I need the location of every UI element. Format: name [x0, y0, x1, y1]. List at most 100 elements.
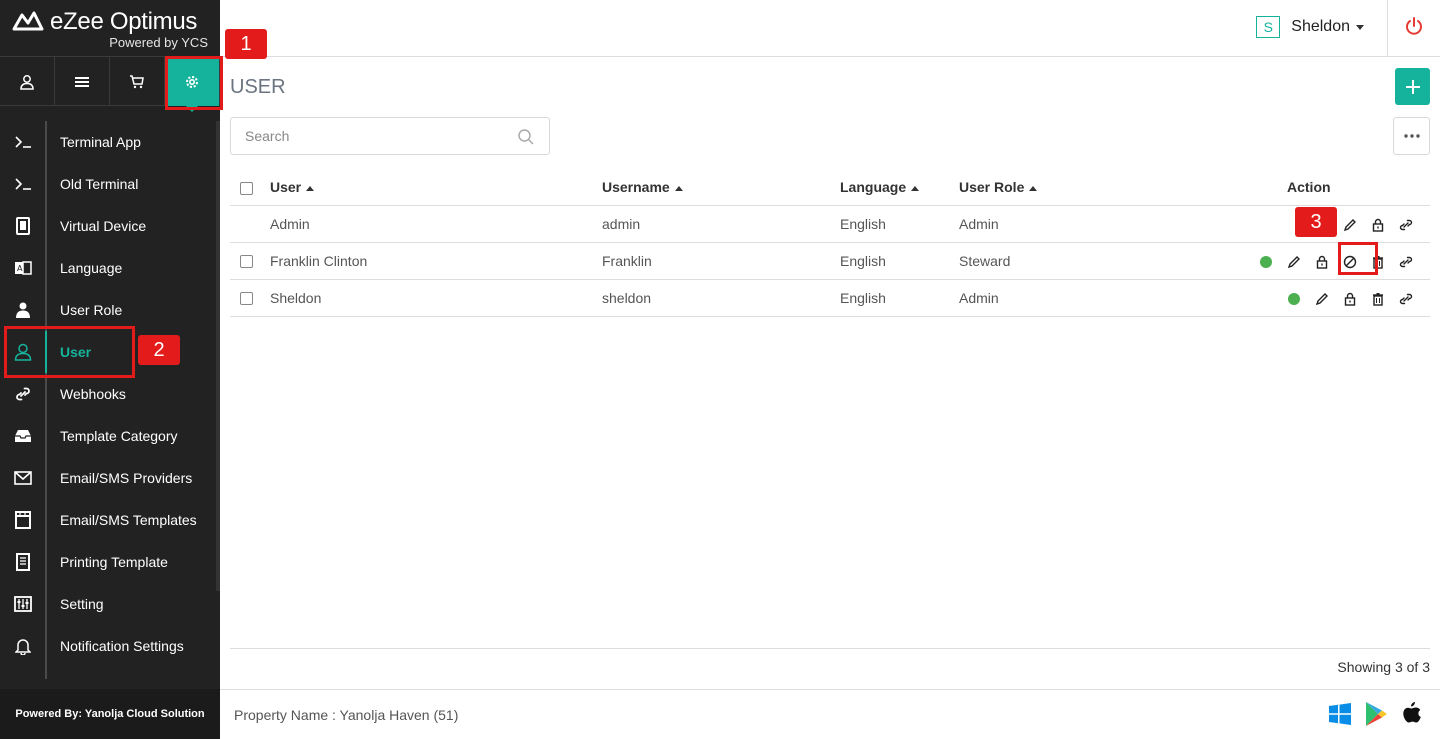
- table-row: Admin admin English Admin: [230, 205, 1430, 243]
- cell-actions: [1209, 279, 1430, 317]
- ellipsis-icon: [1403, 134, 1420, 138]
- sidebar-item-label: Email/SMS Templates: [60, 512, 197, 528]
- cart-icon: [130, 74, 144, 88]
- link-icon: [1399, 293, 1413, 304]
- pencil-icon: [1287, 255, 1300, 268]
- column-user[interactable]: User: [270, 169, 602, 206]
- template-icon: [0, 511, 45, 529]
- top-nav-user[interactable]: [0, 57, 55, 106]
- more-options-button[interactable]: [1393, 117, 1430, 155]
- brand: eZee Optimus Powered by YCS: [0, 0, 220, 56]
- sidebar-item-label: Old Terminal: [60, 176, 139, 192]
- cell-username: Franklin: [602, 242, 840, 280]
- lock-button[interactable]: [1336, 289, 1364, 309]
- link-button[interactable]: [1392, 252, 1420, 272]
- sidebar-footer: Powered By: Yanolja Cloud Solution: [0, 689, 220, 739]
- power-icon[interactable]: [1404, 16, 1424, 38]
- users-table: User Username Language User Role Action …: [230, 169, 1430, 317]
- link-icon: [1399, 256, 1413, 267]
- column-user-label: User: [270, 178, 302, 195]
- sort-up-icon: [1029, 185, 1038, 191]
- sidebar-item-email-sms-templates[interactable]: Email/SMS Templates: [0, 499, 220, 541]
- sidebar-item-label: Template Category: [60, 428, 178, 444]
- apple-icon[interactable]: [1400, 701, 1422, 727]
- column-username[interactable]: Username: [602, 169, 840, 206]
- top-nav-cart[interactable]: [110, 57, 165, 106]
- row-checkbox[interactable]: [240, 292, 253, 306]
- pencil-icon: [1315, 292, 1328, 305]
- row-select-cell: [230, 205, 270, 243]
- cell-language: English: [840, 279, 959, 317]
- cell-actions: [1209, 242, 1430, 280]
- step-marker-3: 3: [1295, 207, 1337, 237]
- sidebar-item-label: Webhooks: [60, 386, 126, 402]
- sidebar-item-virtual-device[interactable]: Virtual Device: [0, 205, 220, 247]
- sidebar-item-label: Terminal App: [60, 134, 141, 150]
- sort-up-icon: [674, 185, 683, 191]
- add-user-button[interactable]: [1395, 68, 1430, 105]
- cell-user-role: Admin: [959, 279, 1209, 317]
- main-content: USER User Username Language User Role Ac…: [220, 57, 1440, 689]
- sidebar-item-user-role[interactable]: User Role: [0, 289, 220, 331]
- envelope-icon: [0, 471, 45, 485]
- brand-subtitle: Powered by YCS: [109, 35, 208, 50]
- link-button[interactable]: [1392, 215, 1420, 235]
- sidebar-item-email-sms-providers[interactable]: Email/SMS Providers: [0, 457, 220, 499]
- lock-button[interactable]: [1364, 215, 1392, 235]
- highlight-block-button: [1338, 242, 1378, 275]
- sliders-icon: [0, 596, 45, 612]
- sidebar-item-old-terminal[interactable]: Old Terminal: [0, 163, 220, 205]
- edit-button[interactable]: [1336, 215, 1364, 235]
- list-icon: [75, 76, 89, 87]
- google-play-icon[interactable]: [1364, 701, 1388, 727]
- cell-language: English: [840, 242, 959, 280]
- user-menu[interactable]: S Sheldon: [1256, 16, 1364, 38]
- select-all-cell: [230, 169, 270, 206]
- column-language[interactable]: Language: [840, 169, 959, 206]
- search-input[interactable]: [231, 118, 501, 154]
- highlight-user-menu: [4, 326, 135, 378]
- terminal-icon: [0, 177, 45, 191]
- chevron-down-icon: [1356, 24, 1364, 30]
- sidebar-item-webhooks[interactable]: Webhooks: [0, 373, 220, 415]
- language-icon: A: [0, 260, 45, 276]
- terminal-icon: [0, 135, 45, 149]
- sidebar-item-label: Email/SMS Providers: [60, 470, 193, 486]
- select-all-checkbox[interactable]: [240, 181, 253, 195]
- row-checkbox[interactable]: [240, 255, 253, 269]
- sidebar-item-notification-settings[interactable]: Notification Settings: [0, 625, 220, 667]
- column-action: Action: [1209, 169, 1430, 206]
- app-store-links: [1328, 701, 1422, 727]
- table-row: Sheldon sheldon English Admin: [230, 279, 1430, 317]
- page-title: USER: [230, 76, 286, 98]
- sidebar-item-terminal-app[interactable]: Terminal App: [0, 121, 220, 163]
- sort-up-icon: [911, 185, 920, 191]
- table-footer-divider: [230, 648, 1430, 649]
- sidebar-item-template-category[interactable]: Template Category: [0, 415, 220, 457]
- sidebar-menu: Terminal App Old Terminal Virtual Device A L…: [0, 121, 220, 667]
- link-button[interactable]: [1392, 289, 1420, 309]
- cell-language: English: [840, 205, 959, 243]
- delete-button[interactable]: [1364, 289, 1392, 309]
- trash-icon: [1373, 292, 1383, 306]
- sidebar-item-language[interactable]: A Language: [0, 247, 220, 289]
- search-box: [230, 117, 550, 155]
- column-user-role[interactable]: User Role: [959, 169, 1209, 206]
- sidebar-item-label: Setting: [60, 596, 104, 612]
- inbox-icon: [0, 429, 45, 443]
- top-nav-list[interactable]: [55, 57, 110, 106]
- highlight-settings-tab: [165, 56, 223, 110]
- brand-title: eZee Optimus: [50, 8, 198, 35]
- column-language-label: Language: [840, 178, 907, 195]
- edit-button[interactable]: [1308, 289, 1336, 309]
- row-actions: [1336, 215, 1420, 235]
- sidebar-item-printing-template[interactable]: Printing Template: [0, 541, 220, 583]
- column-username-label: Username: [602, 178, 670, 195]
- search-icon[interactable]: [517, 128, 535, 146]
- windows-icon[interactable]: [1328, 702, 1352, 726]
- receipt-icon: [0, 553, 45, 571]
- bell-icon: [0, 637, 45, 655]
- lock-button[interactable]: [1308, 252, 1336, 272]
- sidebar-item-setting[interactable]: Setting: [0, 583, 220, 625]
- edit-button[interactable]: [1280, 252, 1308, 272]
